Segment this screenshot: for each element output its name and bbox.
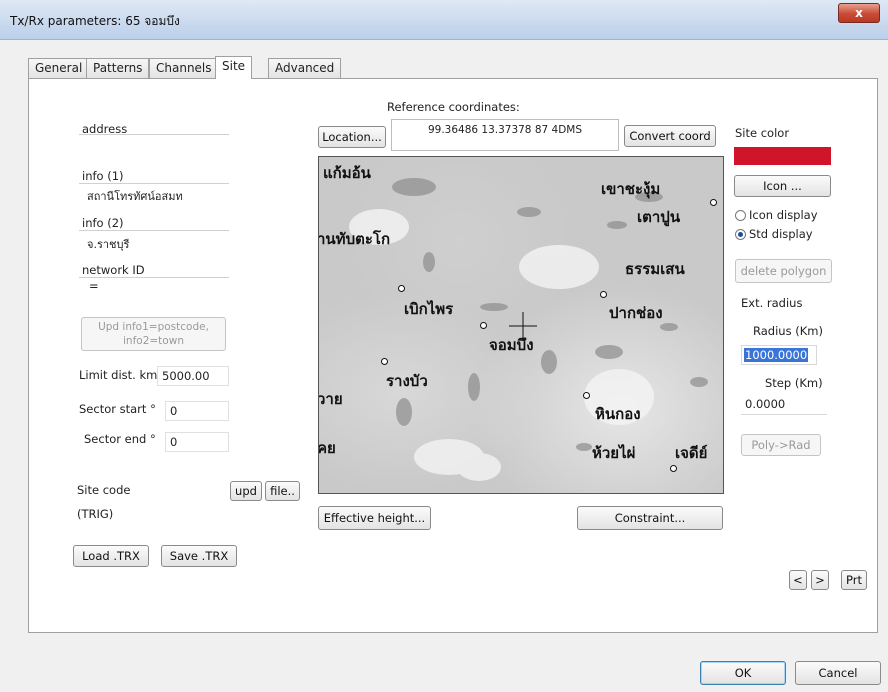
town-marker [480,322,487,329]
map-label: ปากช่อง [609,304,663,322]
coordinates-field[interactable]: 99.36486 13.37378 87 4DMS [391,119,619,151]
tab-general[interactable]: General [28,58,90,78]
file-button[interactable]: file.. [265,481,300,501]
site-color-swatch[interactable] [734,147,831,165]
location-button[interactable]: Location... [318,126,386,148]
info1-label: info (1) [82,169,124,183]
tab-site[interactable]: Site [215,56,253,79]
info1-value[interactable]: สถานีโทรทัศน์อสมท [87,187,183,205]
map-label: คย [318,439,336,457]
network-id-underline [79,277,229,278]
map-label: านทับตะโก [318,230,391,248]
info2-value[interactable]: จ.ราชบุรี [87,235,129,253]
limit-dist-label: Limit dist. km [79,368,158,382]
ext-radius-label: Ext. radius [741,296,803,310]
map-label: วาย [318,390,343,408]
icon-display-label: Icon display [749,208,818,222]
address-field[interactable] [79,134,229,135]
effective-height-button[interactable]: Effective height... [318,506,431,530]
save-trx-button[interactable]: Save .TRX [161,545,237,567]
site-code-label: Site code [77,483,131,497]
town-marker [583,392,590,399]
map-label: ธรรมเสน [625,260,685,278]
map-label: ห้วยไผ่ [592,444,636,462]
cancel-button[interactable]: Cancel [795,661,881,685]
town-marker [670,465,677,472]
previous-button[interactable]: < [789,570,807,590]
ok-button[interactable]: OK [700,661,786,685]
upd-button[interactable]: upd [230,481,262,501]
map-label: หินกอง [595,405,641,423]
reference-coordinates-label: Reference coordinates: [387,100,520,114]
sector-start-label: Sector start ° [79,402,156,416]
icon-button[interactable]: Icon ... [734,175,831,197]
map-label: เบิกไพร [404,300,454,318]
map-label: เตาปูน [637,208,681,226]
tab-channels[interactable]: Channels [149,58,219,78]
map-label: เขาชะงุ้ม [601,180,661,198]
close-button[interactable]: x [838,3,880,23]
convert-coord-button[interactable]: Convert coord [624,125,716,147]
print-button[interactable]: Prt [841,570,867,590]
network-id-value[interactable]: = [89,279,99,293]
step-label: Step (Km) [765,376,823,390]
load-trx-button[interactable]: Load .TRX [73,545,149,567]
network-id-label: network ID [82,263,145,277]
site-color-label: Site color [735,126,790,140]
tab-patterns[interactable]: Patterns [86,58,150,78]
info1-underline [79,183,229,184]
poly-to-rad-button[interactable]: Poly->Rad [741,434,821,456]
icon-display-radio[interactable] [735,210,746,221]
std-display-label: Std display [749,227,813,241]
town-marker [600,291,607,298]
title-bar: Tx/Rx parameters: 65 จอมบึง x [0,0,888,40]
radius-label: Radius (Km) [753,324,823,338]
map-label: เจดีย์ [675,444,708,462]
update-info-button[interactable]: Upd info1=postcode, info2=town [81,317,226,351]
town-marker [398,285,405,292]
step-field[interactable]: 0.0000 [741,395,827,415]
info2-label: info (2) [82,216,124,230]
tab-advanced[interactable]: Advanced [268,58,342,78]
delete-polygon-button[interactable]: delete polygon [735,259,832,283]
window-title: Tx/Rx parameters: 65 จอมบึง [10,14,180,28]
std-display-radio[interactable] [735,229,746,240]
radius-value: 1000.0000 [744,348,809,362]
site-crosshair-icon [509,312,537,340]
next-button[interactable]: > [811,570,829,590]
site-code-value: (TRIG) [77,507,114,521]
site-panel: address info (1) สถานีโทรทัศน์อสมท info … [28,78,878,633]
town-marker [381,358,388,365]
map-view[interactable]: แก้มอ้น เขาชะงุ้ม เตาปูน านทับตะโก ธรรมเ… [318,156,724,494]
sector-end-field[interactable]: 0 [165,432,229,452]
map-label: รางบัว [386,372,428,390]
constraint-button[interactable]: Constraint... [577,506,723,530]
radius-field[interactable]: 1000.0000 [741,345,817,365]
limit-dist-field[interactable]: 5000.00 [157,366,229,386]
sector-start-field[interactable]: 0 [165,401,229,421]
map-label: แก้มอ้น [323,164,371,182]
town-marker [710,199,717,206]
sector-end-label: Sector end ° [84,432,156,446]
info2-underline [79,230,229,231]
